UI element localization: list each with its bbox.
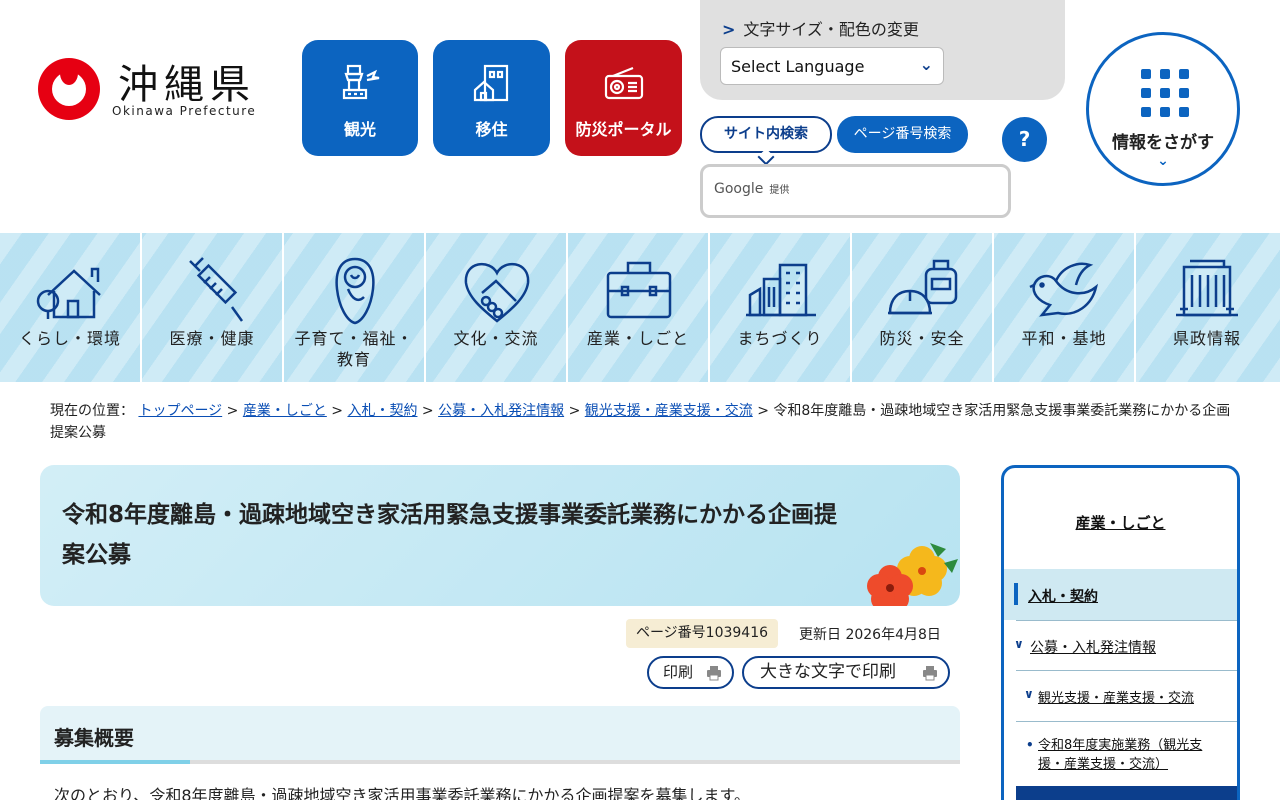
chevron-down-icon: ∨ [1014,637,1024,651]
grid-menu-icon [1141,67,1189,117]
prefecture-logo[interactable]: 沖縄県 Okinawa Prefecture [38,52,278,122]
chevron-down-icon: ∨ [1024,687,1034,701]
print-button[interactable]: 印刷 [647,656,734,689]
utility-panel: > 文字サイズ・配色の変更 Select Language ⌄ [700,0,1065,100]
updated-date: 更新日 2026年4月8日 [799,627,941,643]
font-color-settings-link[interactable]: > 文字サイズ・配色の変更 [722,16,919,40]
category-disaster-safety[interactable]: 防災・安全 [852,233,994,382]
disaster-portal-label: 防災ポータル [575,120,672,139]
tourism-button[interactable]: 観光 [302,40,418,156]
page-number-search-tab[interactable]: ページ番号検索 [837,116,968,153]
sidebar-heading-link[interactable]: 産業・しごと [1075,514,1165,532]
category-living[interactable]: くらし・環境 [0,233,142,382]
sidebar-heading: 産業・しごと [1004,468,1237,569]
city-buildings-icon [746,263,816,317]
breadcrumb-link[interactable]: 観光支援・産業支援・交流 [585,403,753,419]
large-print-button[interactable]: 大きな文字で印刷 [742,656,950,689]
sidebar-item-tourism-support[interactable]: ∨ 観光支援・産業支援・交流 [1016,670,1237,721]
category-medical[interactable]: 医療・健康 [142,233,284,382]
category-childcare-welfare-education[interactable]: 子育て・福祉・ 教育 [284,233,426,382]
home-tree-icon [36,267,101,319]
section-title: 募集概要 [54,726,134,750]
sidebar-active-item[interactable] [1016,786,1237,800]
syringe-icon [189,257,244,322]
language-select[interactable]: Select Language ⌄ [720,47,944,85]
sidebar-item-r8-projects[interactable]: • 令和8年度実施業務（観光支援・産業支援・交流） [1016,721,1237,786]
title-banner: 令和8年度離島・過疎地域空き家活用緊急支援事業委託業務にかかる企画提案公募 [40,465,960,606]
search-provider: Google 提供 [714,181,790,197]
dove-icon [1029,262,1099,317]
radio-icon [604,66,643,100]
hibiscus-icon [867,543,958,606]
category-peace-bases[interactable]: 平和・基地 [994,233,1136,382]
category-town-planning[interactable]: まちづくり [710,233,852,382]
page-number-badge: ページ番号1039416 [626,619,778,648]
logo-mark-icon [38,58,100,120]
printer-icon [707,666,721,681]
chevron-down-icon: ⌄ [1157,153,1169,169]
chevron-right-icon: > [722,20,736,39]
breadcrumb-link[interactable]: 入札・契約 [347,403,417,419]
page-title: 令和8年度離島・過疎地域空き家活用緊急支援事業委託業務にかかる企画提案公募 [62,502,838,568]
category-nav: くらし・環境 医療・健康 子育て・福祉・ 教育 文化・交流 産業・しごと まちづく… [0,233,1280,382]
logo-subtitle: Okinawa Prefecture [112,104,257,118]
search-help-button[interactable]: ? [1002,117,1047,162]
category-industry-work[interactable]: 産業・しごと [568,233,710,382]
logo-title: 沖縄県 [118,62,256,108]
relocation-label: 移住 [475,120,508,139]
breadcrumb: 現在の位置： トップページ > 産業・しごと > 入札・契約 > 公募・入札発注… [50,403,1231,441]
printer-icon [923,666,937,681]
chevron-down-icon: ⌄ [919,55,933,74]
relocation-button[interactable]: 移住 [433,40,550,156]
body-paragraph: 次のとおり、令和8年度離島・過疎地域空き家活用事業委託業務にかかる企画提案を募集… [54,786,750,800]
breadcrumb-link[interactable]: 公募・入札発注情報 [438,403,564,419]
section-header: 募集概要 [40,706,960,764]
breadcrumb-link[interactable]: トップページ [138,403,222,419]
bullet-icon: • [1026,738,1034,752]
control-tower-icon [342,64,380,100]
sidebar-item-public-offering[interactable]: ∨ 公募・入札発注情報 [1014,620,1237,670]
government-building-icon [1176,259,1238,317]
tourism-label: 観光 [343,120,376,139]
briefcase-icon [606,261,672,319]
breadcrumb-link[interactable]: 産業・しごと [243,403,327,419]
sidebar-item-bidding[interactable]: 入札・契約 [1004,569,1237,620]
info-search-label: 情報をさがす [1112,133,1214,153]
heart-handshake-icon [464,262,530,323]
category-prefectural-government[interactable]: 県政情報 [1136,233,1278,382]
info-search-button[interactable]: 情報をさがす ⌄ [1086,32,1240,186]
site-search-tab[interactable]: サイト内検索 [700,116,832,153]
sidebar: 産業・しごと 入札・契約 ∨ 公募・入札発注情報 ∨ 観光支援・産業支援・交流 • 令… [1001,465,1240,800]
house-building-icon [473,64,508,102]
disaster-portal-button[interactable]: 防災ポータル [565,40,682,156]
category-culture-exchange[interactable]: 文化・交流 [426,233,568,382]
search-input[interactable]: Google 提供 [700,164,1011,218]
helmet-bag-icon [888,259,958,315]
baby-icon [335,257,375,325]
